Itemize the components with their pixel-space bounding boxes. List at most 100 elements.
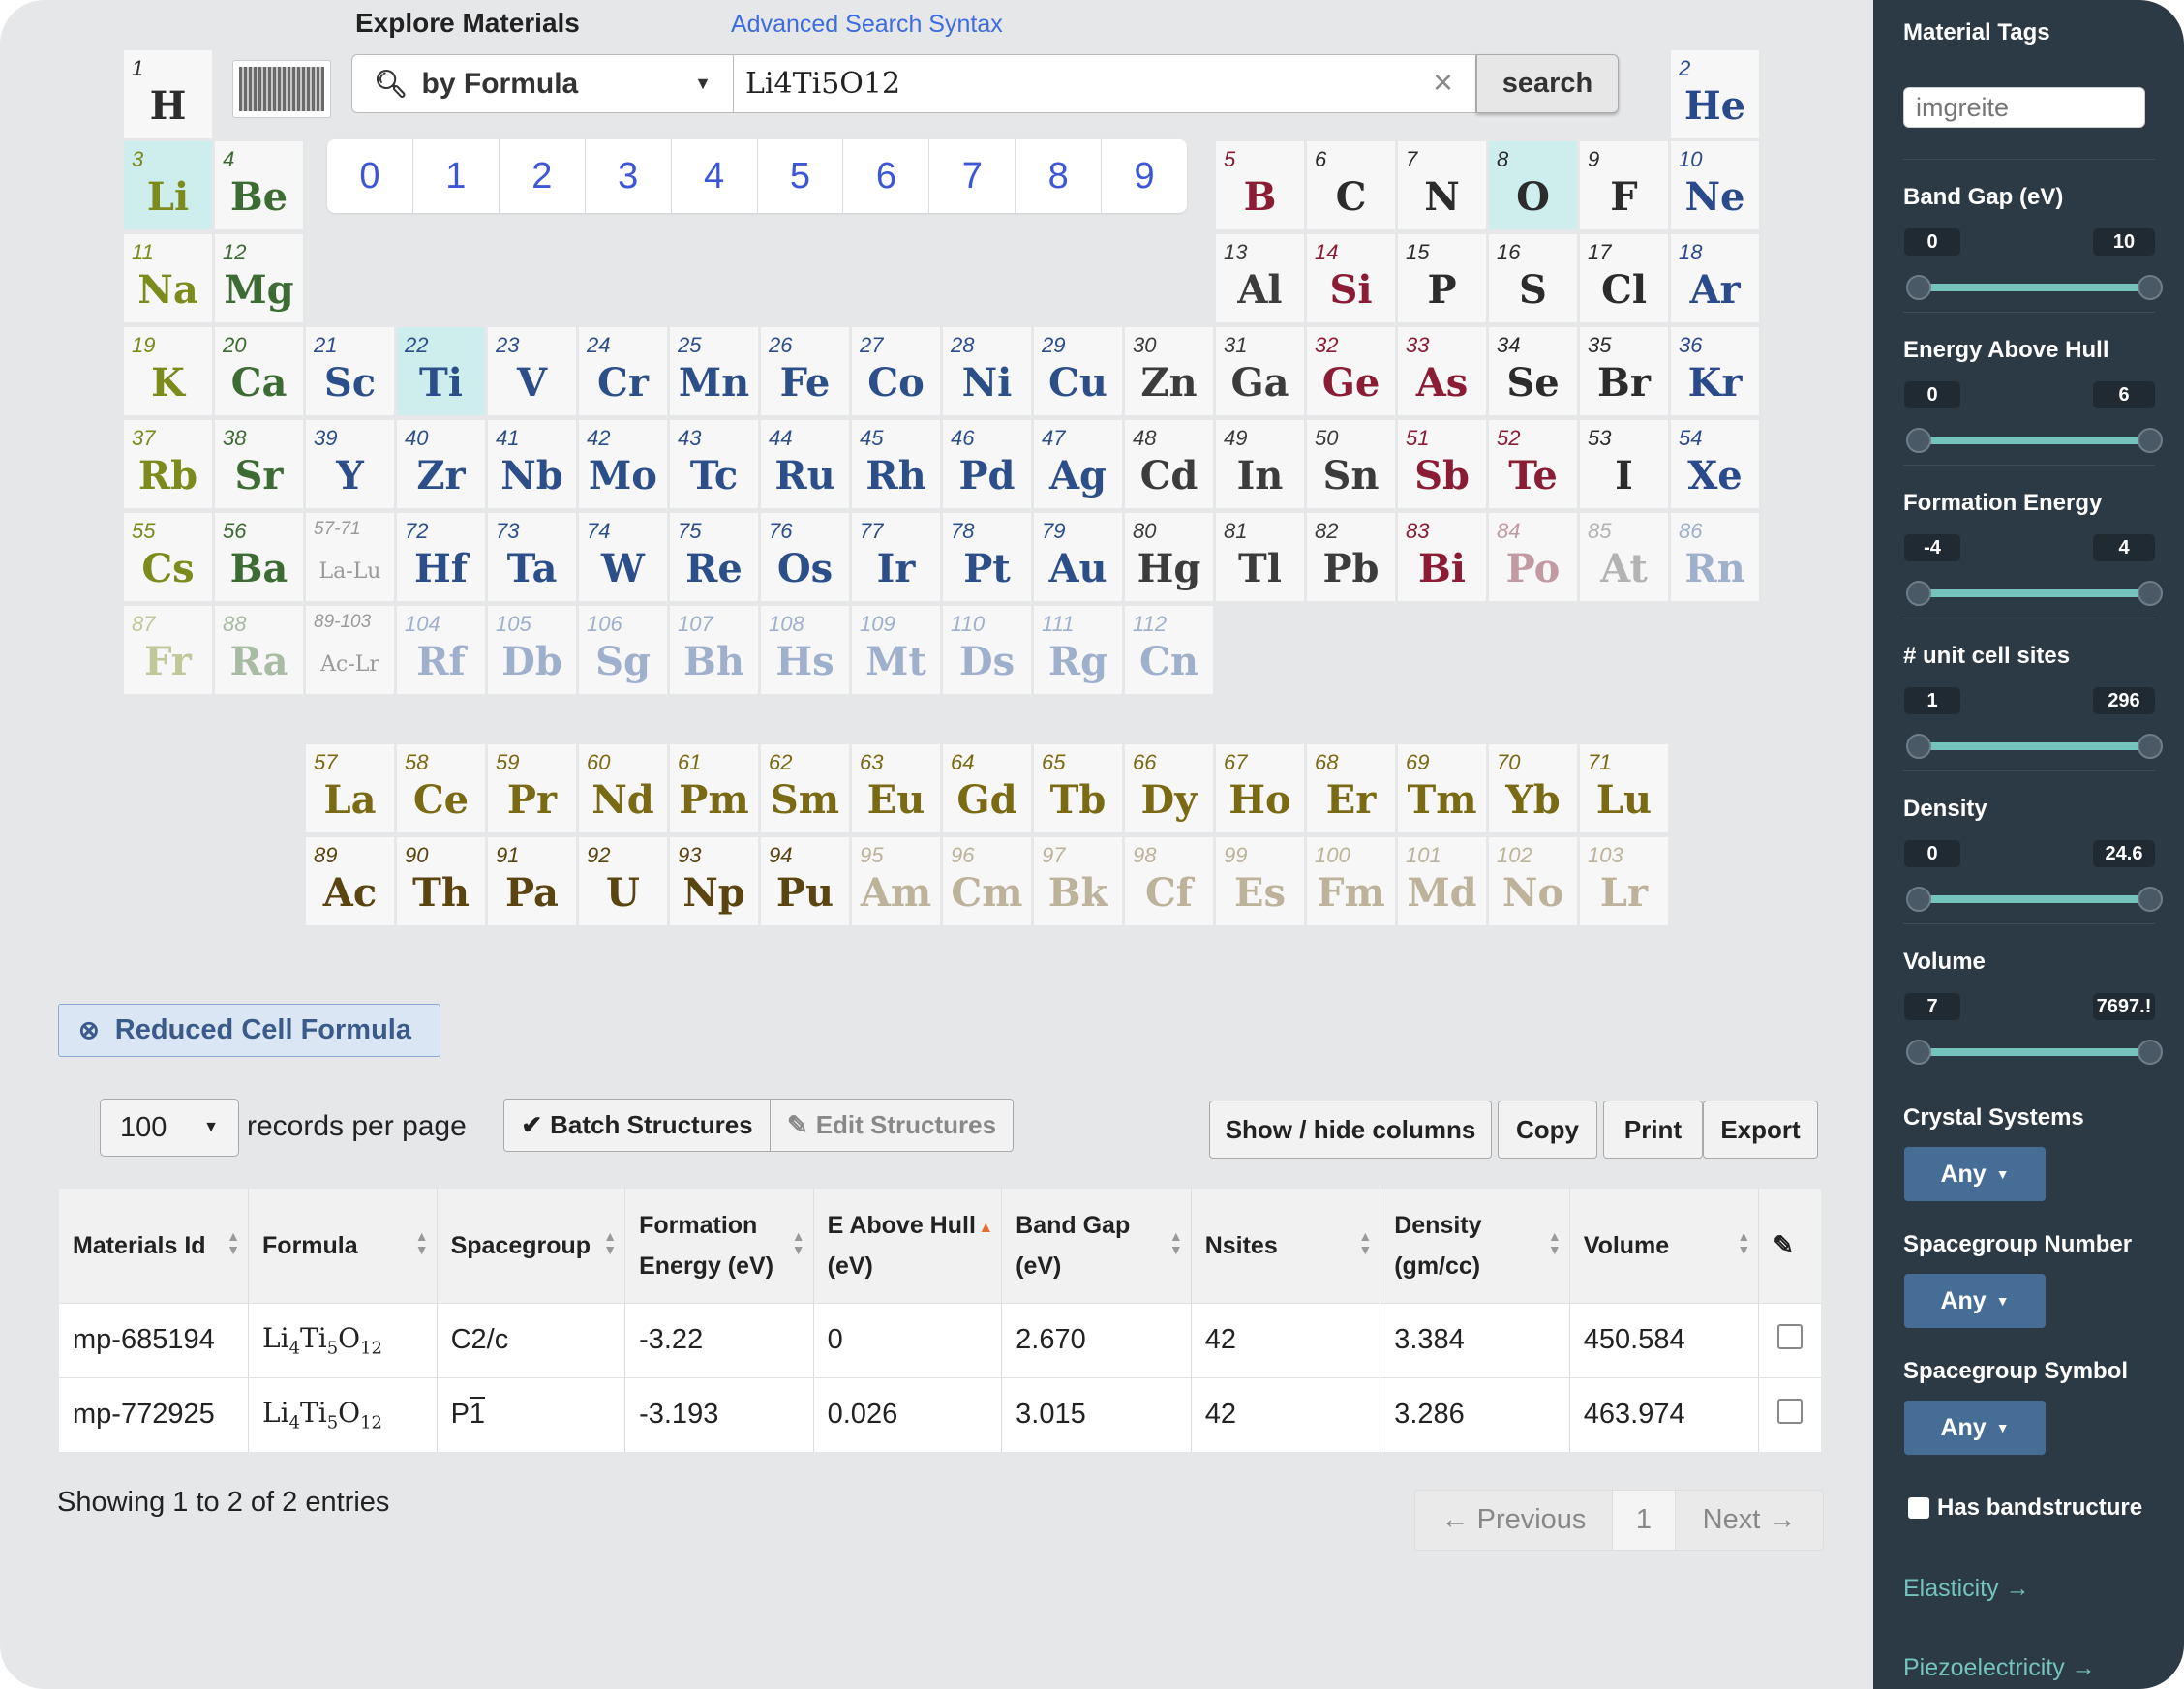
number-key-2[interactable]: 2 [500, 139, 586, 213]
element-th[interactable]: 90 Th [397, 837, 485, 925]
element-br[interactable]: 35 Br [1580, 327, 1668, 415]
element-ga[interactable]: 31 Ga [1216, 327, 1304, 415]
element-na[interactable]: 11 Na [124, 234, 212, 322]
element-ir[interactable]: 77 Ir [852, 513, 940, 601]
range-max-handle[interactable] [2138, 1040, 2163, 1065]
batch-structures-button[interactable]: ✔ Batch Structures [503, 1099, 771, 1152]
range-max-value[interactable]: 6 [2093, 381, 2155, 408]
range-max-handle[interactable] [2138, 734, 2163, 759]
next-page-button[interactable]: Next → [1676, 1491, 1823, 1550]
range-slider-track[interactable] [1919, 589, 2144, 597]
material-tags-input[interactable] [1903, 87, 2145, 128]
element-v[interactable]: 23 V [488, 327, 576, 415]
element-lr[interactable]: 103 Lr [1580, 837, 1668, 925]
element-db[interactable]: 105 Db [488, 606, 576, 694]
show-hide-columns-button[interactable]: Show / hide columns [1209, 1101, 1492, 1159]
advanced-search-link[interactable]: Advanced Search Syntax [731, 11, 1003, 39]
element-eu[interactable]: 63 Eu [852, 744, 940, 832]
element-h[interactable]: 1H [124, 50, 212, 138]
periodic-table-toggle-icon[interactable] [232, 60, 331, 118]
number-key-1[interactable]: 1 [413, 139, 500, 213]
element-he[interactable]: 2 He [1671, 50, 1759, 138]
element-mt[interactable]: 109 Mt [852, 606, 940, 694]
element-p[interactable]: 15 P [1398, 234, 1486, 322]
element-rn[interactable]: 86 Rn [1671, 513, 1759, 601]
dropdown-filter-button[interactable]: Any ▼ [1904, 1147, 2046, 1201]
element-cr[interactable]: 24 Cr [579, 327, 667, 415]
element-mg[interactable]: 12 Mg [215, 234, 303, 322]
element-as[interactable]: 33 As [1398, 327, 1486, 415]
column-header[interactable]: E Above Hull (eV) ▲ [813, 1189, 1003, 1303]
element-hf[interactable]: 72 Hf [397, 513, 485, 601]
element-w[interactable]: 74 W [579, 513, 667, 601]
element-cd[interactable]: 48 Cd [1125, 420, 1213, 508]
element-ds[interactable]: 110 Ds [943, 606, 1031, 694]
element-hg[interactable]: 80 Hg [1125, 513, 1213, 601]
element-c[interactable]: 6C [1307, 141, 1395, 229]
column-header[interactable]: Spacegroup ▲ ▼ [437, 1189, 626, 1303]
number-key-7[interactable]: 7 [929, 139, 1016, 213]
element-cu[interactable]: 29 Cu [1034, 327, 1122, 415]
element-er[interactable]: 68 Er [1307, 744, 1395, 832]
element-ag[interactable]: 47 Ag [1034, 420, 1122, 508]
element-lu[interactable]: 71 Lu [1580, 744, 1668, 832]
element-pb[interactable]: 82 Pb [1307, 513, 1395, 601]
column-header[interactable]: Density (gm/cc) ▲ ▼ [1380, 1189, 1570, 1303]
range-max-value[interactable]: 296 [2093, 687, 2155, 714]
range-min-value[interactable]: -4 [1904, 534, 1960, 561]
element-ra[interactable]: 88 Ra [215, 606, 303, 694]
element-pa[interactable]: 91 Pa [488, 837, 576, 925]
element-al[interactable]: 13 Al [1216, 234, 1304, 322]
range-min-value[interactable]: 0 [1904, 381, 1960, 408]
dropdown-filter-button[interactable]: Any ▼ [1904, 1274, 2046, 1328]
element-os[interactable]: 76 Os [761, 513, 849, 601]
element-np[interactable]: 93 Np [670, 837, 758, 925]
element-sc[interactable]: 21 Sc [306, 327, 394, 415]
element-te[interactable]: 52 Te [1489, 420, 1577, 508]
element-y[interactable]: 39 Y [306, 420, 394, 508]
element-ta[interactable]: 73 Ta [488, 513, 576, 601]
element-xe[interactable]: 54 Xe [1671, 420, 1759, 508]
element-sb[interactable]: 51 Sb [1398, 420, 1486, 508]
number-key-0[interactable]: 0 [327, 139, 413, 213]
element-fm[interactable]: 100 Fm [1307, 837, 1395, 925]
element-ba[interactable]: 56 Ba [215, 513, 303, 601]
column-header[interactable]: Nsites ▲ ▼ [1191, 1189, 1381, 1303]
element-cs[interactable]: 55 Cs [124, 513, 212, 601]
element-n[interactable]: 7N [1398, 141, 1486, 229]
range-slider-track[interactable] [1919, 284, 2144, 291]
element-k[interactable]: 19 K [124, 327, 212, 415]
element-ni[interactable]: 28 Ni [943, 327, 1031, 415]
element-tc[interactable]: 43 Tc [670, 420, 758, 508]
range-min-handle[interactable] [1906, 275, 1931, 300]
element-au[interactable]: 79 Au [1034, 513, 1122, 601]
element-sm[interactable]: 62 Sm [761, 744, 849, 832]
element-bi[interactable]: 83 Bi [1398, 513, 1486, 601]
range-min-handle[interactable] [1906, 734, 1931, 759]
page-1-button[interactable]: 1 [1612, 1491, 1676, 1550]
element-ce[interactable]: 58 Ce [397, 744, 485, 832]
element-ca[interactable]: 20 Ca [215, 327, 303, 415]
has-bandstructure-checkbox[interactable] [1908, 1497, 1929, 1519]
element-i[interactable]: 53 I [1580, 420, 1668, 508]
element-fr[interactable]: 87 Fr [124, 606, 212, 694]
range-slider-track[interactable] [1919, 1048, 2144, 1056]
range-max-handle[interactable] [2138, 887, 2163, 912]
element-ge[interactable]: 32 Ge [1307, 327, 1395, 415]
range-min-value[interactable]: 0 [1904, 840, 1960, 867]
range-slider-track[interactable] [1919, 437, 2144, 444]
element-nb[interactable]: 41 Nb [488, 420, 576, 508]
edit-column-header[interactable]: ✎ [1758, 1189, 1821, 1303]
element-at[interactable]: 85 At [1580, 513, 1668, 601]
formula-search-input[interactable] [734, 54, 1476, 113]
dropdown-filter-button[interactable]: Any ▼ [1904, 1401, 2046, 1455]
previous-page-button[interactable]: ← Previous [1415, 1491, 1612, 1550]
element-po[interactable]: 84 Po [1489, 513, 1577, 601]
number-key-5[interactable]: 5 [758, 139, 844, 213]
range-min-value[interactable]: 1 [1904, 687, 1960, 714]
element-zn[interactable]: 30 Zn [1125, 327, 1213, 415]
range-max-handle[interactable] [2138, 275, 2163, 300]
element-cl[interactable]: 17 Cl [1580, 234, 1668, 322]
element-ho[interactable]: 67 Ho [1216, 744, 1304, 832]
element-mn[interactable]: 25 Mn [670, 327, 758, 415]
